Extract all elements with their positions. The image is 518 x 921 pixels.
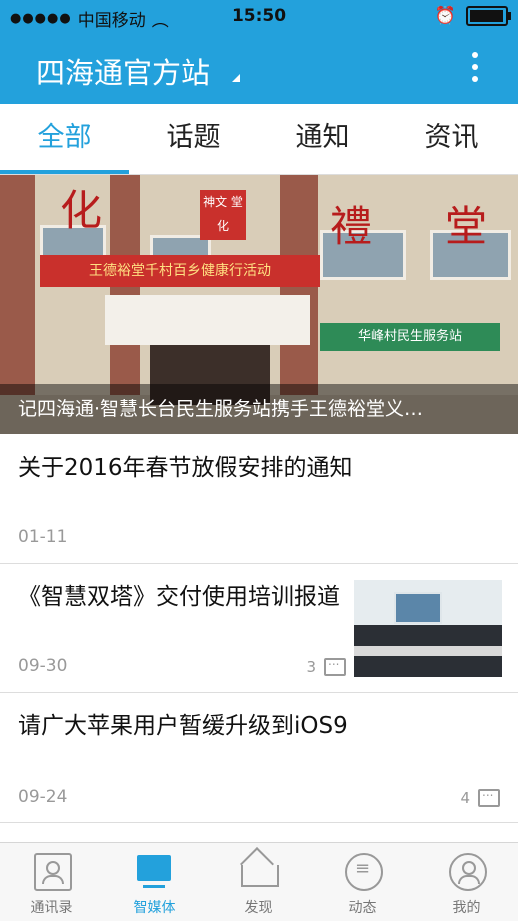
tabbar-label: 动态 [348,900,377,916]
tabbar-me[interactable]: 我的 [415,843,518,921]
comment-icon [324,654,346,676]
app-header: 四海通官方站 [0,34,518,104]
title-dropdown-icon[interactable] [232,74,240,82]
comment-count[interactable]: 4 [460,785,500,807]
news-item-ios9[interactable]: 请广大苹果用户暂缓升级到iOS9 09-24 4 [0,693,518,823]
home-icon [241,865,279,887]
tabbar-label: 智媒体 [133,900,176,916]
thumb-screen [394,592,442,624]
news-date: 01-11 [18,527,68,547]
tabbar-label: 我的 [452,900,481,916]
news-thumbnail [354,580,502,677]
sign-char-left: 化 [60,186,103,235]
tabbar-discover[interactable]: 发现 [207,843,310,921]
event-banner: 王德裕堂千村百乡健康行活动 [40,255,320,287]
banner-carousel[interactable]: 化 禮 堂 神文 堂化 王德裕堂千村百乡健康行活动 华峰村民生服务站 记四海通·… [0,175,518,434]
more-vertical-icon[interactable] [472,52,478,82]
tabbar-contacts[interactable]: 通讯录 [0,843,103,921]
news-item-holiday[interactable]: 关于2016年春节放假安排的通知 01-11 [0,435,518,564]
tabbar-label: 发现 [244,900,273,916]
tab-news[interactable]: 资讯 [387,104,516,174]
contacts-icon [34,853,72,891]
porch [105,295,310,345]
alarm-icon: ⏰ [434,6,456,26]
banner-caption[interactable]: 记四海通·智慧长台民生服务站携手王德裕堂义… [0,384,518,434]
news-date: 09-24 [18,787,68,807]
tabbar-feed[interactable]: 动态 [311,843,414,921]
comment-count-label: 3 [306,658,316,676]
status-bar: ●●●●● 中国移动 ︵ 15:50 ⏰ [0,0,518,34]
chat-icon [345,853,383,891]
tab-topics[interactable]: 话题 [129,104,258,174]
profile-icon [449,853,487,891]
category-tabs: 全部 话题 通知 资讯 [0,104,518,175]
tabbar-media[interactable]: 智媒体 [103,843,206,921]
comment-icon [478,785,500,807]
news-item-training[interactable]: 《智慧双塔》交付使用培训报道 09-30 3 [0,564,518,693]
news-title: 关于2016年春节放假安排的通知 [18,455,353,481]
tabbar-label: 通讯录 [30,900,73,916]
news-title: 《智慧双塔》交付使用培训报道 [18,584,340,610]
news-date: 09-30 [18,656,68,676]
comment-count[interactable]: 3 [306,654,346,676]
tab-notices[interactable]: 通知 [258,104,387,174]
tab-all[interactable]: 全部 [0,104,129,174]
sign-char-center: 禮 [330,202,373,251]
comment-count-label: 4 [460,789,470,807]
sign-char-right: 堂 [445,202,488,251]
thumb-desk [354,646,502,656]
page-title[interactable]: 四海通官方站 [36,50,210,92]
service-station-sign: 华峰村民生服务站 [320,323,500,351]
bottom-tabbar: 通讯录 智媒体 发现 动态 我的 [0,842,518,921]
battery-icon [466,6,511,26]
media-icon [137,855,171,888]
status-right: ⏰ [434,6,511,26]
plaque: 神文 堂化 [200,190,246,240]
pillar-left [0,175,35,395]
news-title: 请广大苹果用户暂缓升级到iOS9 [18,713,348,739]
